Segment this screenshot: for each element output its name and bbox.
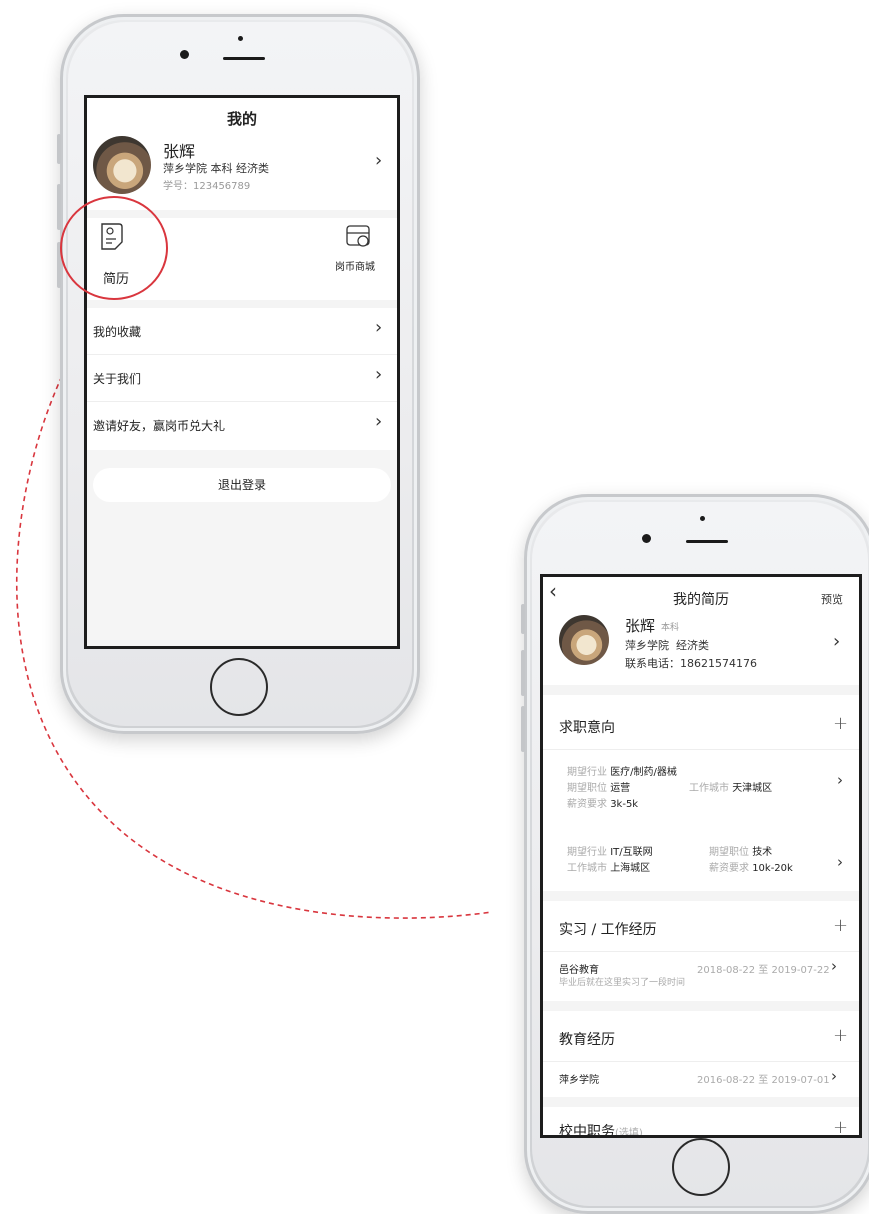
user-name: 张辉 [625, 617, 656, 635]
chevron-right-icon: › [833, 631, 841, 652]
chevron-right-icon: › [831, 1067, 837, 1085]
chevron-right-icon: › [837, 771, 843, 789]
field-label: 薪资要求 [567, 799, 607, 810]
chevron-right-icon: › [831, 957, 837, 975]
user-degree: 本科 [661, 623, 680, 633]
chevron-right-icon: › [375, 150, 383, 171]
profile-screen: 我的 张辉 萍乡学院 本科 经济类 学号：123456789 › 简历 岗币商城… [84, 95, 400, 649]
field-value: 3k-5k [610, 799, 639, 810]
user-card[interactable]: 张辉 本科 萍乡学院 经济类 联系电话：18621574176 › [543, 613, 859, 693]
user-school: 萍乡学院 本科 经济类 [163, 162, 269, 175]
preview-button[interactable]: 预览 [821, 591, 843, 607]
chevron-right-icon: › [837, 853, 843, 871]
resume-screen: ‹ 我的简历 预览 张辉 本科 萍乡学院 经济类 联系电话：1862157417… [540, 574, 862, 1138]
user-phone: 联系电话：18621574176 [625, 657, 757, 670]
add-icon[interactable]: + [833, 1117, 848, 1135]
user-name: 张辉 [163, 142, 196, 161]
page-title: 我的 [226, 110, 257, 128]
student-id: 学号：123456789 [163, 181, 251, 192]
entry-dates: 2016-08-22 至 2019-07-01 [697, 1075, 830, 1086]
entry-org: 萍乡学院 [559, 1075, 599, 1086]
right-phone-frame: ‹ 我的简历 预览 张辉 本科 萍乡学院 经济类 联系电话：1862157417… [521, 494, 869, 1214]
field-value: 上海城区 [610, 863, 651, 874]
page-title: 我的简历 [673, 592, 729, 608]
section-title-work: 实习 / 工作经历 [559, 922, 657, 938]
job-intent-entry[interactable]: 期望行业 IT/互联网 期望职位 技术 工作城市 上海城区 薪资要求 10k-2… [567, 843, 853, 883]
section-title-education: 教育经历 [559, 1032, 615, 1048]
education-entry[interactable]: 萍乡学院 2016-08-22 至 2019-07-01 › [559, 1067, 855, 1091]
chevron-right-icon: › [375, 364, 383, 385]
chevron-right-icon: › [375, 411, 383, 432]
menu-item-about[interactable]: 关于我们 › [87, 355, 397, 402]
entry-desc: 毕业后就在这里实习了一段时间 [559, 978, 686, 988]
field-label: 期望行业 [567, 767, 607, 778]
add-icon[interactable]: + [833, 1025, 848, 1046]
field-value: 10k-20k [752, 863, 793, 874]
field-value: 医疗/制药/器械 [610, 767, 677, 778]
field-value: 技术 [752, 847, 773, 858]
field-value: IT/互联网 [610, 847, 653, 858]
coin-mall-icon [346, 225, 370, 247]
field-value: 天津城区 [732, 783, 773, 794]
section-title-campus-role: 校中职务(选填) [559, 1121, 643, 1138]
field-label: 工作城市 [567, 863, 607, 874]
menu-item-favorites[interactable]: 我的收藏 › [87, 308, 397, 355]
home-button[interactable] [672, 1138, 730, 1196]
section-title-text: 校中职务 [559, 1124, 615, 1138]
work-entry[interactable]: 邑谷教育 2018-08-22 至 2019-07-22 毕业后就在这里实习了一… [559, 957, 855, 997]
entry-org: 邑谷教育 [559, 965, 599, 976]
add-icon[interactable]: + [833, 713, 848, 734]
section-title-job-intent: 求职意向 [559, 720, 615, 736]
field-label: 期望职位 [709, 847, 749, 858]
shortcut-coin-mall[interactable]: 岗币商城 [331, 218, 397, 300]
field-label: 薪资要求 [709, 863, 749, 874]
field-label: 工作城市 [689, 783, 729, 794]
home-button[interactable] [210, 658, 268, 716]
menu-label: 邀请好友，赢岗币兑大礼 [93, 419, 226, 433]
entry-dates: 2018-08-22 至 2019-07-22 [697, 965, 830, 976]
add-icon[interactable]: + [833, 915, 848, 936]
logout-button[interactable]: 退出登录 [93, 468, 391, 502]
highlight-circle [60, 196, 168, 300]
avatar [559, 615, 609, 665]
menu-label: 我的收藏 [93, 325, 142, 339]
menu-label: 关于我们 [93, 372, 142, 386]
field-label: 期望职位 [567, 783, 607, 794]
job-intent-entry[interactable]: 期望行业 医疗/制药/器械 期望职位 运营 工作城市 天津城区 薪资要求 3k-… [567, 763, 853, 823]
shortcut-label: 岗币商城 [335, 262, 375, 273]
user-school: 萍乡学院 经济类 [625, 639, 709, 652]
chevron-right-icon: › [375, 317, 383, 338]
optional-hint: (选填) [615, 1128, 643, 1138]
menu-item-invite[interactable]: 邀请好友，赢岗币兑大礼 › [87, 402, 397, 448]
avatar [93, 136, 151, 194]
field-value: 运营 [610, 783, 631, 794]
field-label: 期望行业 [567, 847, 607, 858]
left-phone-frame: 我的 张辉 萍乡学院 本科 经济类 学号：123456789 › 简历 岗币商城… [57, 14, 420, 734]
